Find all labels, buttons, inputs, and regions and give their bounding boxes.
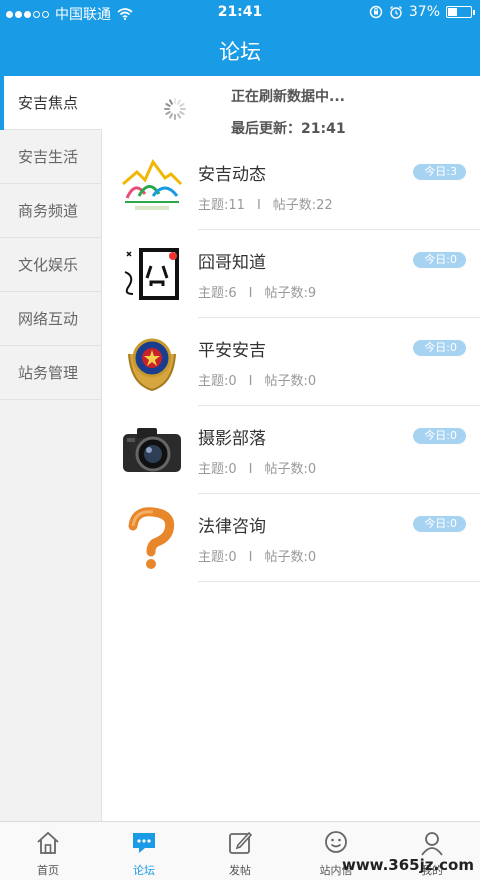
refresh-status: 正在刷新数据中... [231,89,345,105]
orientation-lock-icon [369,5,383,19]
forum-stats: 主题:11 I 帖子数:22 [198,194,333,213]
smiley-message-icon [323,830,349,856]
alarm-icon [389,6,402,19]
tab-item[interactable]: 首页 [0,822,96,880]
forum-list: 安吉动态 主题:11 I 帖子数:22 今日:3 囧哥知道 主题:6 I 帖子数:9 今日:0 平安… [103,142,480,582]
stats-separator: I [248,374,253,389]
topic-count: 主题:0 [198,550,237,565]
loading-spinner-icon [164,98,186,120]
forum-row[interactable]: 摄影部落主题:0 I 帖子数:0 今日:0 [103,406,480,494]
today-count-badge: 今日:0 [413,252,466,268]
forum-name: 摄影部落 [198,429,266,449]
jiong-character-icon [119,242,185,308]
sidebar-item[interactable]: 商务频道 [0,184,101,238]
compose-icon [227,830,253,856]
forum-name: 安吉动态 [198,165,266,185]
pull-refresh-header: 正在刷新数据中... 最后更新：21:41 [103,76,480,142]
sidebar-item[interactable]: 站务管理 [0,346,101,400]
post-count: 帖子数:0 [264,374,317,389]
chat-bubble-icon [131,830,157,856]
today-count-badge: 今日:0 [413,428,466,444]
today-count-badge: 今日:0 [413,340,466,356]
forum-stats: 主题:0 I 帖子数:0 [198,546,316,565]
sidebar-item[interactable]: 网络互动 [0,292,101,346]
stats-separator: I [248,286,253,301]
forum-row[interactable]: 平安安吉主题:0 I 帖子数:0 今日:0 [103,318,480,406]
tab-label: 发帖 [229,864,251,877]
battery-percent: 37% [408,4,440,20]
forum-row[interactable]: 法律咨询主题:0 I 帖子数:0 今日:0 [103,494,480,582]
sidebar-item[interactable]: 文化娱乐 [0,238,101,292]
category-sidebar: 安吉焦点 安吉生活 商务频道 文化娱乐 网络互动 站务管理 [0,76,102,821]
tab-label: 论坛 [133,864,155,877]
anji-logo-icon [119,154,185,220]
question-mark-icon [119,506,185,572]
tab-label: 首页 [37,864,59,877]
post-count: 帖子数:22 [272,198,333,213]
stats-separator: I [248,462,253,477]
forum-row[interactable]: 囧哥知道主题:6 I 帖子数:9 今日:0 [103,230,480,318]
sidebar-item[interactable]: 安吉生活 [0,130,101,184]
tab-item[interactable]: 论坛 [96,822,192,880]
home-icon [35,830,61,856]
stats-separator: I [248,550,253,565]
today-count-badge: 今日:3 [413,164,466,180]
post-count: 帖子数:9 [264,286,317,301]
page-title: 论坛 [219,40,261,64]
forum-stats: 主题:6 I 帖子数:9 [198,282,316,301]
row-divider [198,581,480,582]
topic-count: 主题:0 [198,462,237,477]
last-update-time: 最后更新：21:41 [231,121,346,137]
sidebar-item[interactable]: 安吉焦点 [0,76,102,130]
topic-count: 主题:11 [198,198,245,213]
today-count-badge: 今日:0 [413,516,466,532]
post-count: 帖子数:0 [264,462,317,477]
battery-icon [446,6,475,18]
watermark: www.365jz.com [341,856,474,874]
forum-name: 平安安吉 [198,341,266,361]
forum-stats: 主题:0 I 帖子数:0 [198,370,316,389]
tab-item[interactable]: 发帖 [192,822,288,880]
forum-row[interactable]: 安吉动态主题:11 I 帖子数:22 今日:3 [103,142,480,230]
stats-separator: I [256,198,261,213]
user-icon [419,830,445,856]
status-bar: 中国联通 21:41 37% [0,0,480,26]
top-bar: 中国联通 21:41 37% 论坛 [0,0,480,76]
topic-count: 主题:0 [198,374,237,389]
forum-name: 法律咨询 [198,517,266,537]
camera-icon [119,418,185,484]
post-count: 帖子数:0 [264,550,317,565]
forum-name: 囧哥知道 [198,253,266,273]
forum-stats: 主题:0 I 帖子数:0 [198,458,316,477]
topic-count: 主题:6 [198,286,237,301]
police-badge-icon [119,330,185,396]
